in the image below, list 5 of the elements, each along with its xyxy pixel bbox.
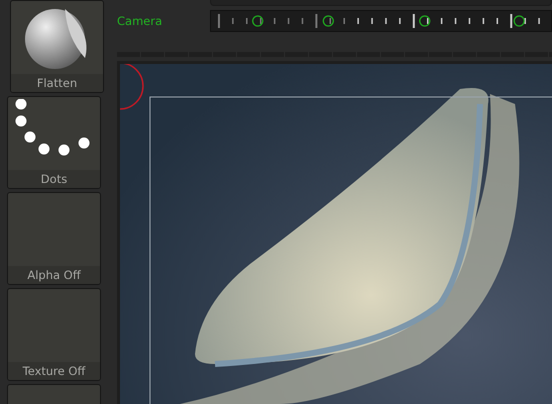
camera-label: Camera — [117, 14, 164, 28]
tool-tile[interactable]: Texture Off — [7, 288, 101, 381]
tool-tile[interactable]: Flatten — [10, 0, 104, 93]
tool-tile[interactable]: Alpha Off — [7, 192, 101, 285]
tool-tile[interactable]: Dots — [7, 96, 101, 189]
